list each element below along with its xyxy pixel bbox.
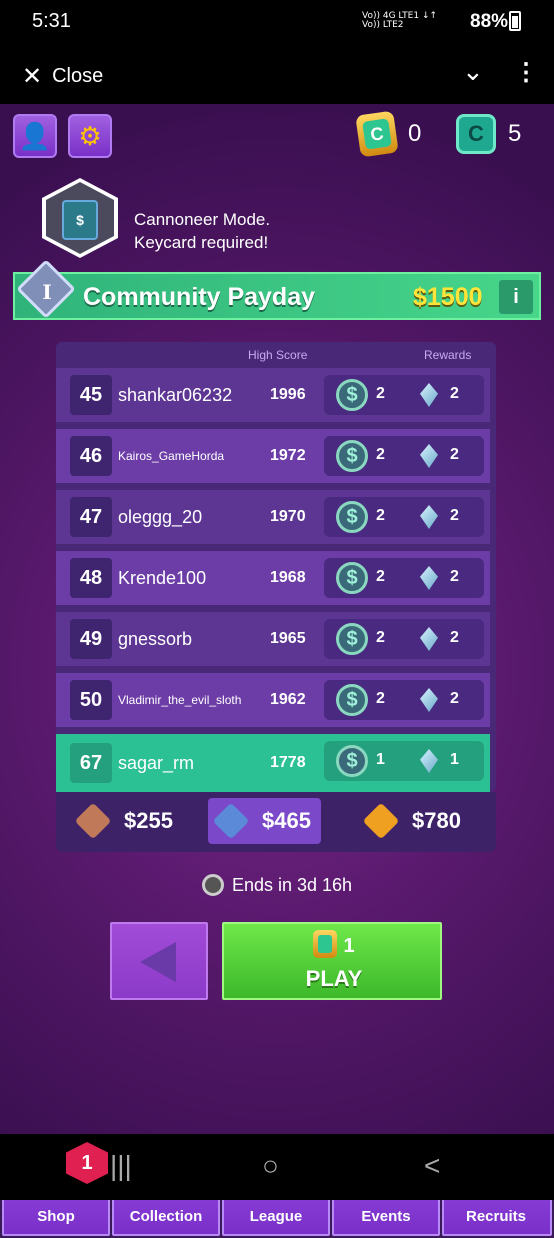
- mode-description: Cannoneer Mode. Keycard required!: [134, 210, 271, 252]
- tier-gold[interactable]: $780: [362, 798, 461, 844]
- play-cost: 1: [224, 930, 444, 958]
- battery-level: 88%: [470, 11, 509, 32]
- event-timer: Ends in 3d 16h: [0, 874, 554, 896]
- gem-icon: [420, 627, 438, 651]
- play-label: PLAY: [305, 966, 363, 991]
- status-bar: 5:31 Vo)) 4G LTE1 ↓↑ Vo)) LTE2 88%: [0, 0, 554, 44]
- settings-button[interactable]: ⚙: [68, 114, 112, 158]
- cash-coin-icon: $: [336, 684, 368, 716]
- reward-cell: $2 2: [324, 619, 484, 659]
- profile-button[interactable]: 👤: [13, 114, 57, 158]
- play-button[interactable]: 1 PLAY: [222, 922, 442, 1000]
- status-time: 5:31: [32, 10, 71, 32]
- tier-silver[interactable]: $465: [208, 798, 321, 844]
- reward-cell: $2 2: [324, 497, 484, 537]
- tier-bronze[interactable]: $255: [74, 798, 173, 844]
- my-rank-row: 67 sagar_rm 1778 $1 1: [56, 734, 490, 792]
- game-screen: 👤 ⚙ C 0 C 5 $ Cannoneer Mode. Keycard re…: [0, 104, 554, 1238]
- table-row: 48 Krende100 1968 $2 2: [56, 551, 490, 605]
- event-title: Community Payday: [83, 283, 316, 311]
- info-button[interactable]: i: [499, 280, 533, 314]
- chevron-down-icon[interactable]: ⌄: [462, 56, 484, 87]
- cash-coin-icon: $: [336, 745, 368, 777]
- home-icon[interactable]: ○: [262, 1150, 279, 1182]
- gem-icon: [420, 505, 438, 529]
- cash-coin-icon: $: [336, 440, 368, 472]
- close-icon: ✕: [22, 63, 43, 90]
- webview-topbar: ✕ Close ⌄ ⋮: [0, 44, 554, 104]
- table-row: 47 oleggg_20 1970 $2 2: [56, 490, 490, 544]
- reward-cell: $2 2: [324, 375, 484, 415]
- table-row: 45 shankar06232 1996 $2 2: [56, 368, 490, 422]
- prize-tiers: $255 $465 $780: [56, 792, 496, 852]
- event-prize: $1500: [413, 283, 483, 311]
- coin-icon: C: [456, 114, 496, 154]
- more-options-icon[interactable]: ⋮: [514, 58, 538, 87]
- gem-icon: [420, 749, 438, 773]
- recents-icon[interactable]: |||: [110, 1150, 132, 1182]
- gem-icon: [420, 444, 438, 468]
- event-banner: I Community Payday $1500 i: [13, 259, 541, 320]
- clock-icon: [201, 874, 224, 896]
- rewards-header: Rewards: [424, 348, 472, 362]
- keycard-icon: C: [355, 110, 399, 158]
- back-nav-icon[interactable]: <: [424, 1150, 440, 1182]
- table-row: 49 gnessorb 1965 $2 2: [56, 612, 490, 666]
- reward-cell: $2 2: [324, 680, 484, 720]
- leaderboard[interactable]: High Score Rewards 45 shankar06232 1996 …: [56, 342, 496, 792]
- battery-icon: [509, 11, 521, 31]
- cash-coin-icon: $: [336, 562, 368, 594]
- person-icon: 👤: [18, 120, 52, 151]
- coin-counter: C 5: [456, 112, 521, 156]
- table-row: 46 Kairos_GameHorda 1972 $2 2: [56, 429, 490, 483]
- cash-coin-icon: $: [336, 501, 368, 533]
- cash-coin-icon: $: [336, 379, 368, 411]
- rank-label: I: [42, 280, 52, 304]
- close-button[interactable]: ✕ Close: [22, 62, 103, 91]
- crown-icon: [212, 802, 250, 840]
- keycard-icon: [313, 930, 338, 958]
- gem-icon: [420, 566, 438, 590]
- signal-indicator: Vo)) 4G LTE1 ↓↑ Vo)) LTE2: [362, 11, 438, 30]
- triangle-left-icon: [140, 942, 176, 982]
- high-score-header: High Score: [248, 348, 308, 362]
- back-button[interactable]: [110, 922, 208, 1000]
- crown-icon: [362, 802, 400, 840]
- safe-icon: $: [62, 200, 98, 240]
- cash-coin-icon: $: [336, 623, 368, 655]
- gem-icon: [420, 383, 438, 407]
- reward-cell: $1 1: [324, 741, 484, 781]
- reward-cell: $2 2: [324, 558, 484, 598]
- crown-icon: [74, 802, 112, 840]
- reward-cell: $2 2: [324, 436, 484, 476]
- gear-icon: ⚙: [78, 120, 102, 151]
- keycard-counter: C 0: [355, 110, 421, 158]
- gem-icon: [420, 688, 438, 712]
- table-row: 50 Vladimir_the_evil_sloth 1962 $2 2: [56, 673, 490, 727]
